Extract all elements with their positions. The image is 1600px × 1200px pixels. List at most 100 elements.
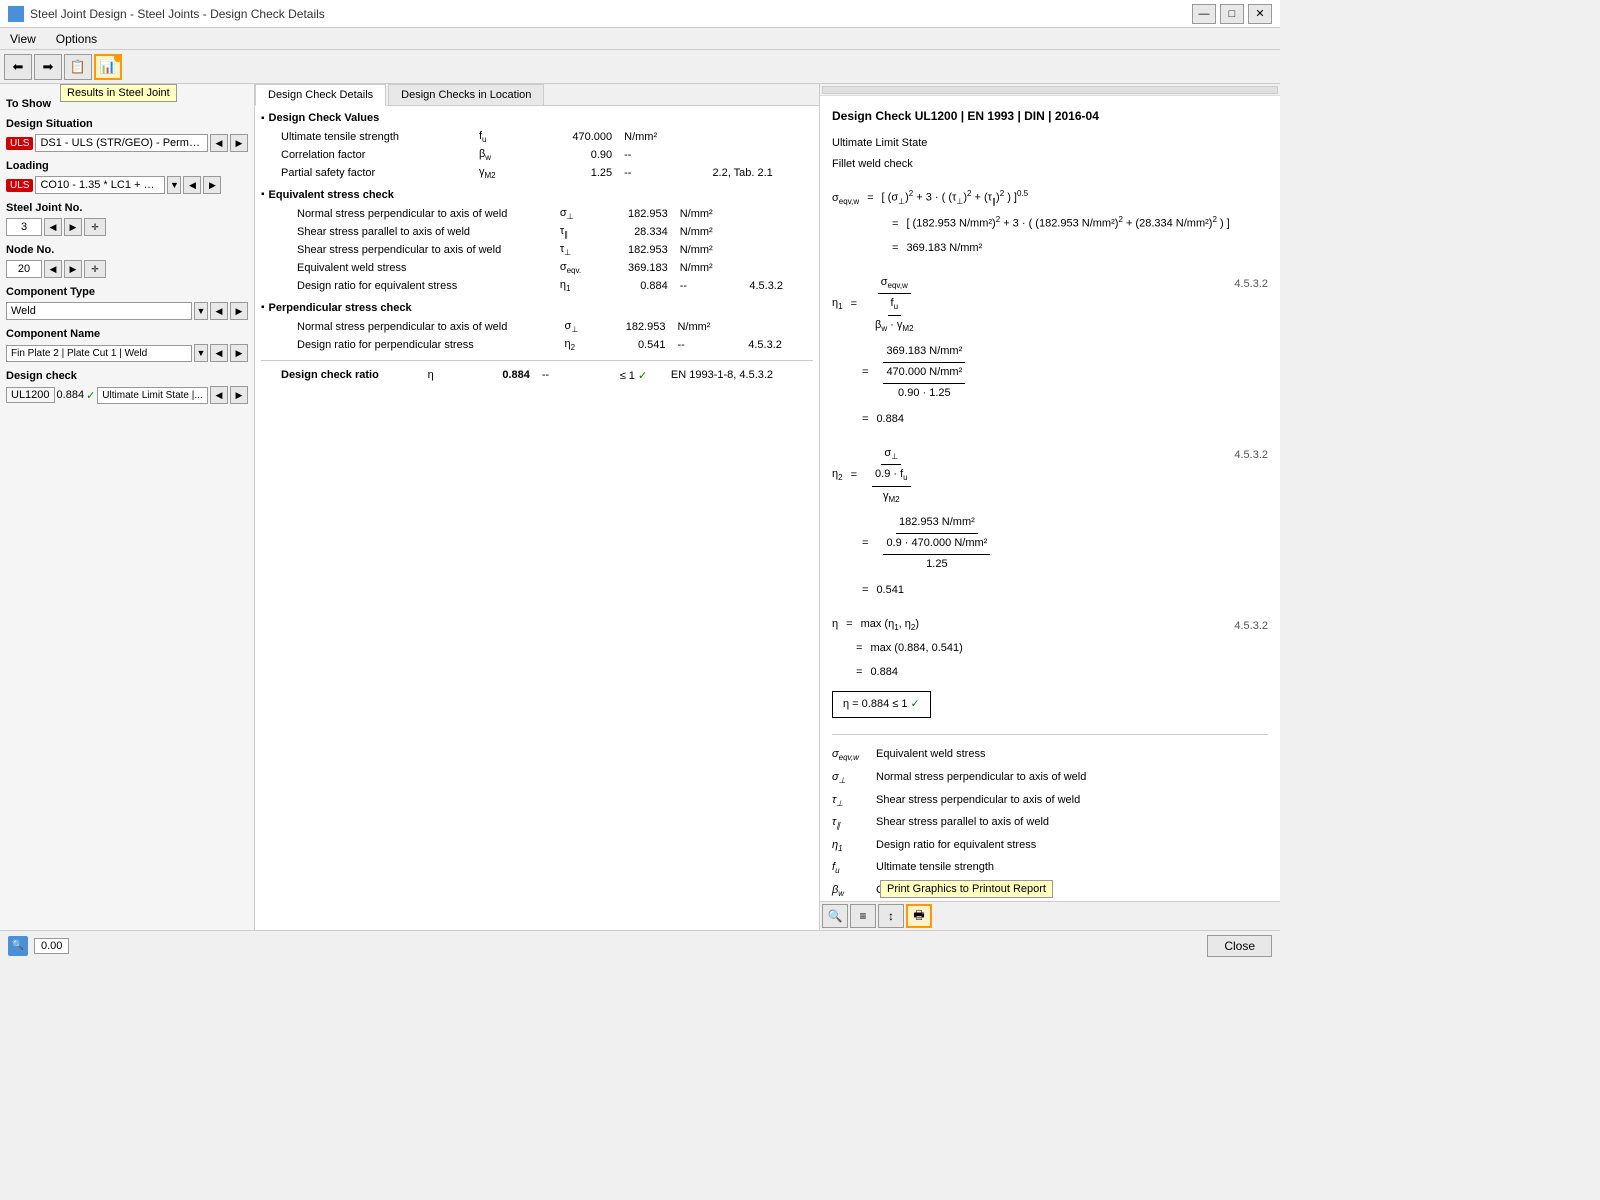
eta-ref: 4.5.3.2 [1234,620,1268,632]
toolbar-btn-forward[interactable]: ➡ [34,54,62,80]
design-situation-next[interactable]: ▶ [230,134,248,152]
close-button[interactable]: ✕ [1248,4,1272,24]
leg-sym-4: τ∥ [832,813,868,834]
status-bar: 🔍 0.00 Close [0,930,1280,960]
node-next[interactable]: ▶ [64,260,82,278]
table-row: Ultimate tensile strength fu 470.000 N/m… [261,128,813,146]
search-status-icon[interactable]: 🔍 [8,936,28,956]
eta-eq3: = [856,663,862,683]
dc-next[interactable]: ▶ [230,386,248,404]
footer-btn-search[interactable]: 🔍 [822,904,848,928]
left-panel: To Show Design Situation ULS DS1 - ULS (… [0,84,255,930]
loading-badge: ULS [6,179,33,192]
toolbar: ⬅ ➡ 📋 📊 Results in Steel Joint [0,50,1280,84]
val-psf: 1.25 [515,164,618,182]
component-name-prev[interactable]: ◀ [210,344,228,362]
ref-sspe [743,241,813,259]
print-tooltip: Print Graphics to Printout Report [880,880,1053,898]
component-name-row: Fin Plate 2 | Plate Cut 1 | Weld ▼ ◀ ▶ [6,344,248,362]
sym-psf: γM2 [473,164,515,182]
design-ratio-table: Design check ratio η 0.884 -- ≤ 1 ✓ EN 1… [261,367,813,384]
val-sspa: 28.334 [592,223,673,241]
close-button[interactable]: Close [1207,935,1272,957]
dc-prev[interactable]: ◀ [210,386,228,404]
sym-sspa: τ∥ [554,223,593,241]
eta2-frac-sub: 182.953 N/mm² 0.9 · 470.000 N/mm² 1.25 [876,513,997,574]
menu-options[interactable]: Options [50,30,103,48]
design-situation-row: ULS DS1 - ULS (STR/GEO) - Permane... ◀ ▶ [6,134,248,152]
loading-prev[interactable]: ◀ [183,176,201,194]
ref-pnsp [742,318,813,336]
pass-icon: ✓ [638,370,647,382]
eta2-eq3: = [862,581,868,601]
eq3-sign: = [892,239,898,259]
component-type-next[interactable]: ▶ [230,302,248,320]
loading-dropdown[interactable]: ▼ [167,176,181,194]
formula-title: Design Check UL1200 | EN 1993 | DIN | 20… [832,106,1268,128]
component-type-dropdown[interactable]: ▼ [194,302,208,320]
tab-design-check-details[interactable]: Design Check Details [255,84,386,106]
sigma-eqv-sym: σeqv,w [832,189,859,210]
legend-row-5: η1 Design ratio for equivalent stress [832,836,1268,857]
steel-joint-prev[interactable]: ◀ [44,218,62,236]
menu-view[interactable]: View [4,30,42,48]
legend-row-6: fu Ultimate tensile strength [832,858,1268,879]
val-nsp: 182.953 [592,205,673,223]
maximize-button[interactable]: □ [1220,4,1244,24]
val-dcr: 0.884 [445,367,536,384]
dc-code: UL1200 [6,387,55,403]
limit-dcr: ≤ 1 ✓ [614,367,665,384]
table-row: Design ratio for perpendicular stress η2… [261,336,813,354]
footer-btn-print[interactable]: 🖶 [906,904,932,928]
sigma-formula-sub: [ (182.953 N/mm²)2 + 3 · ( (182.953 N/mm… [906,213,1229,234]
section-perp-stress[interactable]: ▪ Perpendicular stress check [261,302,813,314]
component-name-dropdown[interactable]: ▼ [194,344,208,362]
design-situation-text: DS1 - ULS (STR/GEO) - Permane... [35,134,208,152]
eta2-eq2: = [862,534,868,554]
eta1-frac: σeqv,w fu βw · γM2 [865,273,924,337]
dc-ratio: 0.884 [57,389,85,401]
leg-sym-6: fu [832,858,868,879]
node-prev[interactable]: ◀ [44,260,62,278]
minimize-button[interactable]: — [1192,4,1216,24]
component-name-next[interactable]: ▶ [230,344,248,362]
app-icon [8,6,24,22]
unit-tensile: N/mm² [618,128,706,146]
component-type-prev[interactable]: ◀ [210,302,228,320]
sigma-eqv-block: σeqv,w = [ (σ⊥)2 + 3 · ( (τ⊥)2 + (τ∥)2 )… [832,187,1268,258]
toolbar-btn-back[interactable]: ⬅ [4,54,32,80]
section-equiv-stress[interactable]: ▪ Equivalent stress check [261,189,813,201]
legend-row-1: σeqv,w Equivalent weld stress [832,745,1268,766]
equals-sign: = [867,189,873,209]
section-design-check-values[interactable]: ▪ Design Check Values [261,112,813,124]
unit-psf: -- [618,164,706,182]
ref-nsp [743,205,813,223]
tab-design-checks-location[interactable]: Design Checks in Location [388,84,544,105]
toolbar-btn-copy[interactable]: 📋 [64,54,92,80]
footer-btn-list[interactable]: ≡ [850,904,876,928]
toolbar-btn-results[interactable]: 📊 [94,54,122,80]
node-pick[interactable]: ✛ [84,260,106,278]
table-row: Shear stress parallel to axis of weld τ∥… [261,223,813,241]
eta-eq2: = [856,639,862,659]
node-input[interactable]: 20 [6,260,42,278]
design-situation-prev[interactable]: ◀ [210,134,228,152]
steel-joint-row: 3 ◀ ▶ ✛ [6,218,248,236]
steel-joint-next[interactable]: ▶ [64,218,82,236]
val-corr: 0.90 [515,146,618,164]
ref-dreq: 4.5.3.2 [743,277,813,295]
dc-desc: Ultimate Limit State |... [97,387,208,404]
loading-next[interactable]: ▶ [203,176,221,194]
design-situation-badge: ULS [6,137,33,150]
footer-btn-sort[interactable]: ↕ [878,904,904,928]
formula-subtitle1: Ultimate Limit State [832,134,1268,154]
steel-joint-input[interactable]: 3 [6,218,42,236]
window-title: Steel Joint Design - Steel Joints - Desi… [30,7,325,21]
legend-row-4: τ∥ Shear stress parallel to axis of weld [832,813,1268,834]
steel-joint-label: Steel Joint No. [6,202,248,214]
print-icon: 🖶 [913,906,924,927]
steel-joint-pick[interactable]: ✛ [84,218,106,236]
eta2-frac: σ⊥ 0.9 · fu γM2 [865,444,918,508]
leg-sym-2: σ⊥ [832,768,868,789]
val-pnsp: 182.953 [589,318,672,336]
